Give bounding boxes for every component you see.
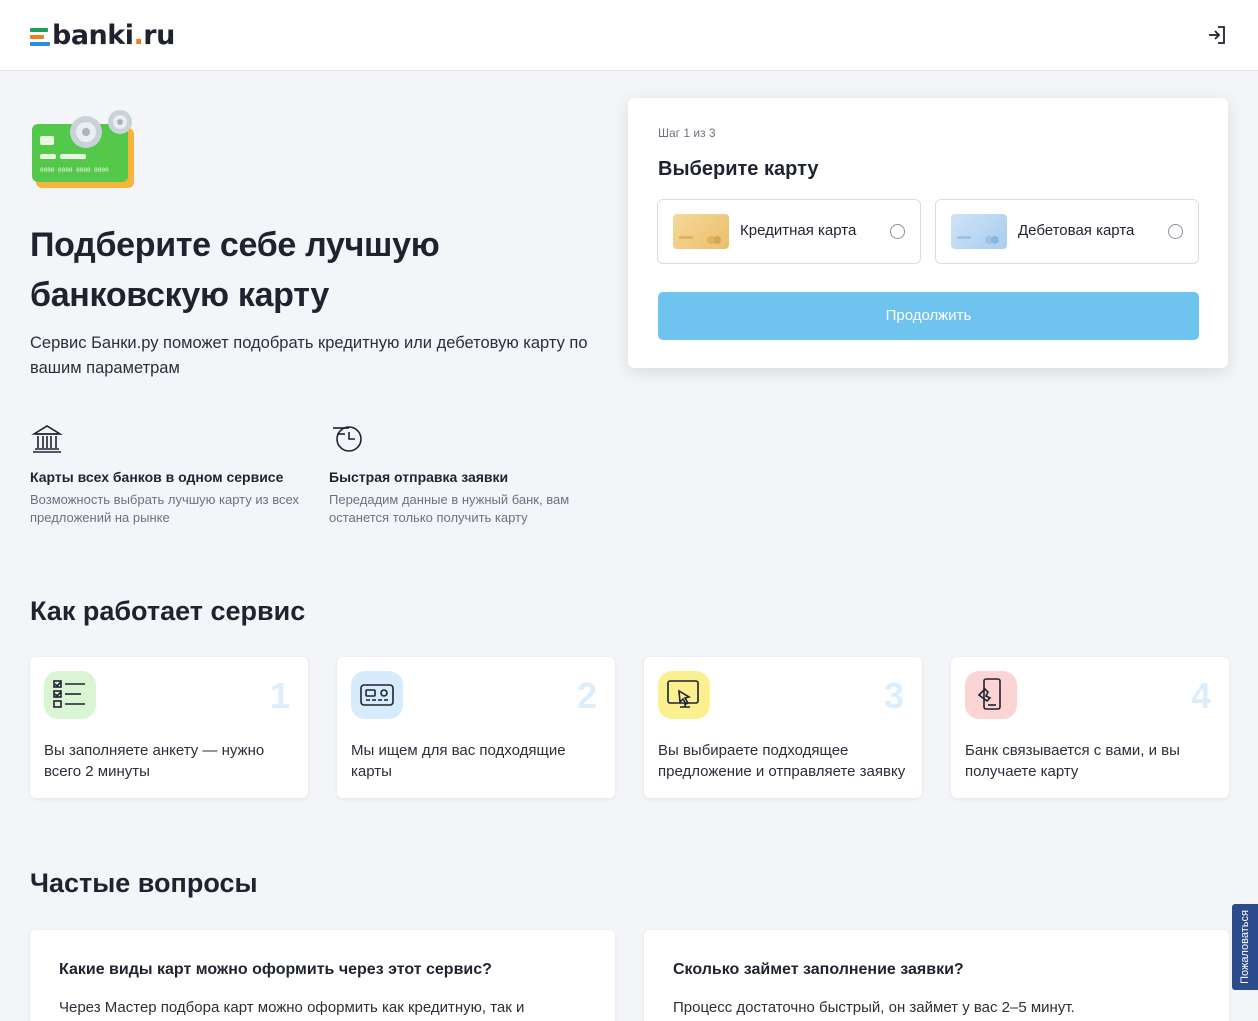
faq-item-duration[interactable]: Сколько займет заполнение заявки? Процес… xyxy=(644,930,1229,1021)
screen-tap-icon xyxy=(658,671,710,719)
fast-send-icon xyxy=(333,426,362,452)
how-step-3: 3 Вы выбираете подходящее предложение и … xyxy=(644,657,922,798)
how-step-1: 1 Вы заполняете анкету — нужно всего 2 м… xyxy=(30,657,308,798)
login-icon[interactable] xyxy=(1206,24,1228,46)
debit-card-icon xyxy=(951,214,1007,249)
phone-notify-icon xyxy=(965,671,1017,719)
step-number: 3 xyxy=(883,675,904,716)
page-title: Подберите себе лучшую банковскую карту xyxy=(30,226,440,314)
picker-title: Выберите карту xyxy=(658,158,819,180)
hero-card-illustration: 0000 0000 0000 0000 xyxy=(30,106,138,192)
credit-card-radio[interactable] xyxy=(890,224,905,239)
debit-card-radio[interactable] xyxy=(1168,224,1183,239)
faq-section-title: Частые вопросы xyxy=(30,868,258,898)
faq-item-card-types[interactable]: Какие виды карт можно оформить через это… xyxy=(30,930,615,1021)
logo-text: banki.ru xyxy=(52,19,175,51)
step-number: 4 xyxy=(1190,675,1211,716)
credit-card-icon xyxy=(673,214,729,249)
option-credit-card[interactable]: Кредитная карта xyxy=(657,199,921,264)
step-number: 2 xyxy=(576,675,597,716)
svg-text:0000 0000 0000 0000: 0000 0000 0000 0000 xyxy=(40,167,109,174)
page-subtitle: Сервис Банки.ру поможет подобрать кредит… xyxy=(30,334,588,377)
checklist-icon xyxy=(44,671,96,719)
how-step-2: 2 Мы ищем для вас подходящие карты xyxy=(337,657,615,798)
continue-button[interactable]: Продолжить xyxy=(658,292,1199,340)
header: banki.ru xyxy=(0,0,1258,71)
feature-all-banks: Карты всех банков в одном сервисе Возмож… xyxy=(30,422,300,527)
option-debit-card[interactable]: Дебетовая карта xyxy=(935,199,1199,264)
card-search-icon xyxy=(351,671,403,719)
step-number: 1 xyxy=(269,675,290,716)
step-indicator: Шаг 1 из 3 xyxy=(658,126,716,140)
how-section-title: Как работает сервис xyxy=(30,596,306,626)
feature-fast-send: Быстрая отправка заявки Передадим данные… xyxy=(329,422,599,527)
how-step-4: 4 Банк связывается с вами, и вы получает… xyxy=(951,657,1229,798)
bank-icon xyxy=(31,425,63,453)
logo-bars xyxy=(30,28,50,46)
logo[interactable]: banki.ru xyxy=(30,19,175,51)
complain-button[interactable]: Пожаловаться xyxy=(1232,904,1258,990)
card-picker-panel: Шаг 1 из 3 Выберите карту Кредитная карт… xyxy=(628,98,1228,368)
